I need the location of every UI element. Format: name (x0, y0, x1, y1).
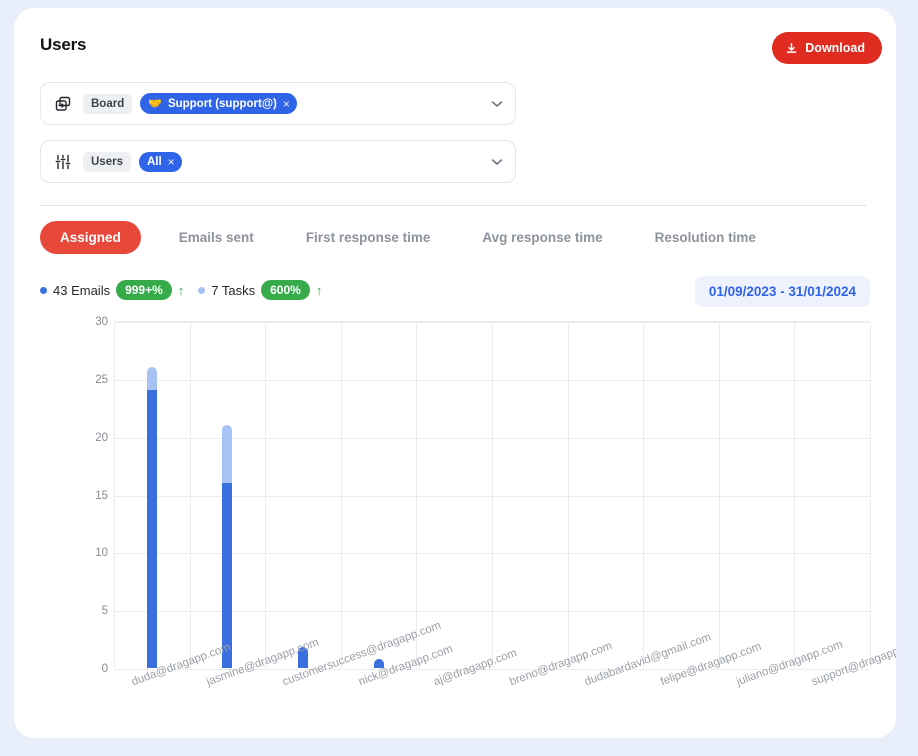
legend-change-badge: 600% (261, 280, 310, 300)
tab-emails-sent[interactable]: Emails sent (179, 221, 254, 254)
bar-segment-tasks[interactable] (222, 425, 233, 483)
y-axis-tick-label: 25 (95, 373, 108, 386)
legend-label: 7 Tasks (211, 282, 256, 298)
legend-label: 43 Emails (53, 282, 111, 298)
x-gridline (492, 322, 493, 668)
filter-users-chip-text: All (146, 155, 162, 168)
x-gridline (567, 322, 569, 668)
chart-bar[interactable] (146, 367, 157, 668)
legend-item: 7 Tasks 600% ↑ (198, 280, 322, 300)
x-gridline (340, 322, 342, 668)
metric-tabs: Assigned Emails sent First response time Av… (40, 221, 808, 254)
y-axis-tick-label: 10 (95, 547, 108, 560)
filter-board-chip-text: Support (support@) (167, 97, 277, 110)
filter-board-chip-remove-icon[interactable]: × (283, 98, 290, 110)
boards-icon (53, 94, 73, 114)
filter-board-chip[interactable]: 🤝 Support (support@) × (140, 93, 297, 114)
x-gridline (794, 322, 796, 668)
download-icon (785, 42, 798, 55)
date-range-selector[interactable]: 01/09/2023 - 31/01/2024 (694, 276, 870, 307)
filter-users-chip[interactable]: All × (138, 151, 182, 172)
x-gridline (416, 322, 418, 668)
filter-board[interactable]: Board 🤝 Support (support@) × (40, 82, 516, 125)
sliders-icon (53, 152, 73, 172)
legend-dot-icon (198, 286, 206, 294)
bar-segment-emails[interactable] (146, 390, 157, 668)
x-gridline (643, 322, 645, 668)
filter-users-label: Users (83, 151, 131, 172)
x-gridline (114, 322, 115, 668)
filter-users[interactable]: Users All × (40, 140, 516, 183)
card-header: Users Download (14, 8, 896, 86)
legend-change-badge: 999+% (116, 280, 172, 300)
filter-users-chip-remove-icon[interactable]: × (168, 156, 175, 168)
assigned-bar-chart: 0 5 10 15 20 25 30 duda@dragapp.com jasmine@dra… (40, 313, 896, 733)
download-button[interactable]: Download (772, 32, 882, 64)
chevron-down-icon[interactable] (491, 98, 503, 110)
filter-board-label: Board (83, 93, 133, 114)
y-axis-tick-label: 30 (95, 316, 108, 328)
chart-legend: 43 Emails 999+% ↑ 7 Tasks 600% ↑ (40, 280, 322, 300)
tab-first-response-time[interactable]: First response time (306, 221, 431, 254)
y-axis-tick-label: 15 (95, 489, 108, 502)
x-gridline (189, 322, 191, 668)
legend-dot-icon (40, 286, 47, 294)
y-axis-tick-label: 0 (101, 663, 108, 675)
x-gridline (870, 322, 871, 668)
download-button-label: Download (805, 41, 865, 55)
page-title: Users (40, 35, 87, 54)
tab-resolution-time[interactable]: Resolution time (655, 221, 756, 254)
y-axis-tick-label: 5 (101, 605, 108, 618)
chevron-down-icon[interactable] (491, 156, 503, 168)
trend-up-icon: ↑ (315, 282, 323, 298)
users-analytics-card: Users Download Board 🤝 Support (support@… (14, 8, 896, 738)
x-gridline (718, 322, 720, 668)
section-divider (40, 205, 866, 206)
bar-segment-tasks[interactable] (146, 367, 157, 391)
trend-up-icon: ↑ (177, 282, 185, 298)
handshake-emoji-icon: 🤝 (148, 98, 162, 110)
x-gridline (265, 322, 267, 668)
legend-item: 43 Emails 999+% ↑ (40, 280, 184, 300)
y-axis-tick-label: 20 (95, 431, 108, 444)
tab-avg-response-time[interactable]: Avg response time (482, 221, 602, 254)
tab-assigned[interactable]: Assigned (40, 221, 141, 254)
chart-bar[interactable] (222, 425, 233, 668)
chart-plot-area: 0 5 10 15 20 25 30 (95, 316, 871, 675)
